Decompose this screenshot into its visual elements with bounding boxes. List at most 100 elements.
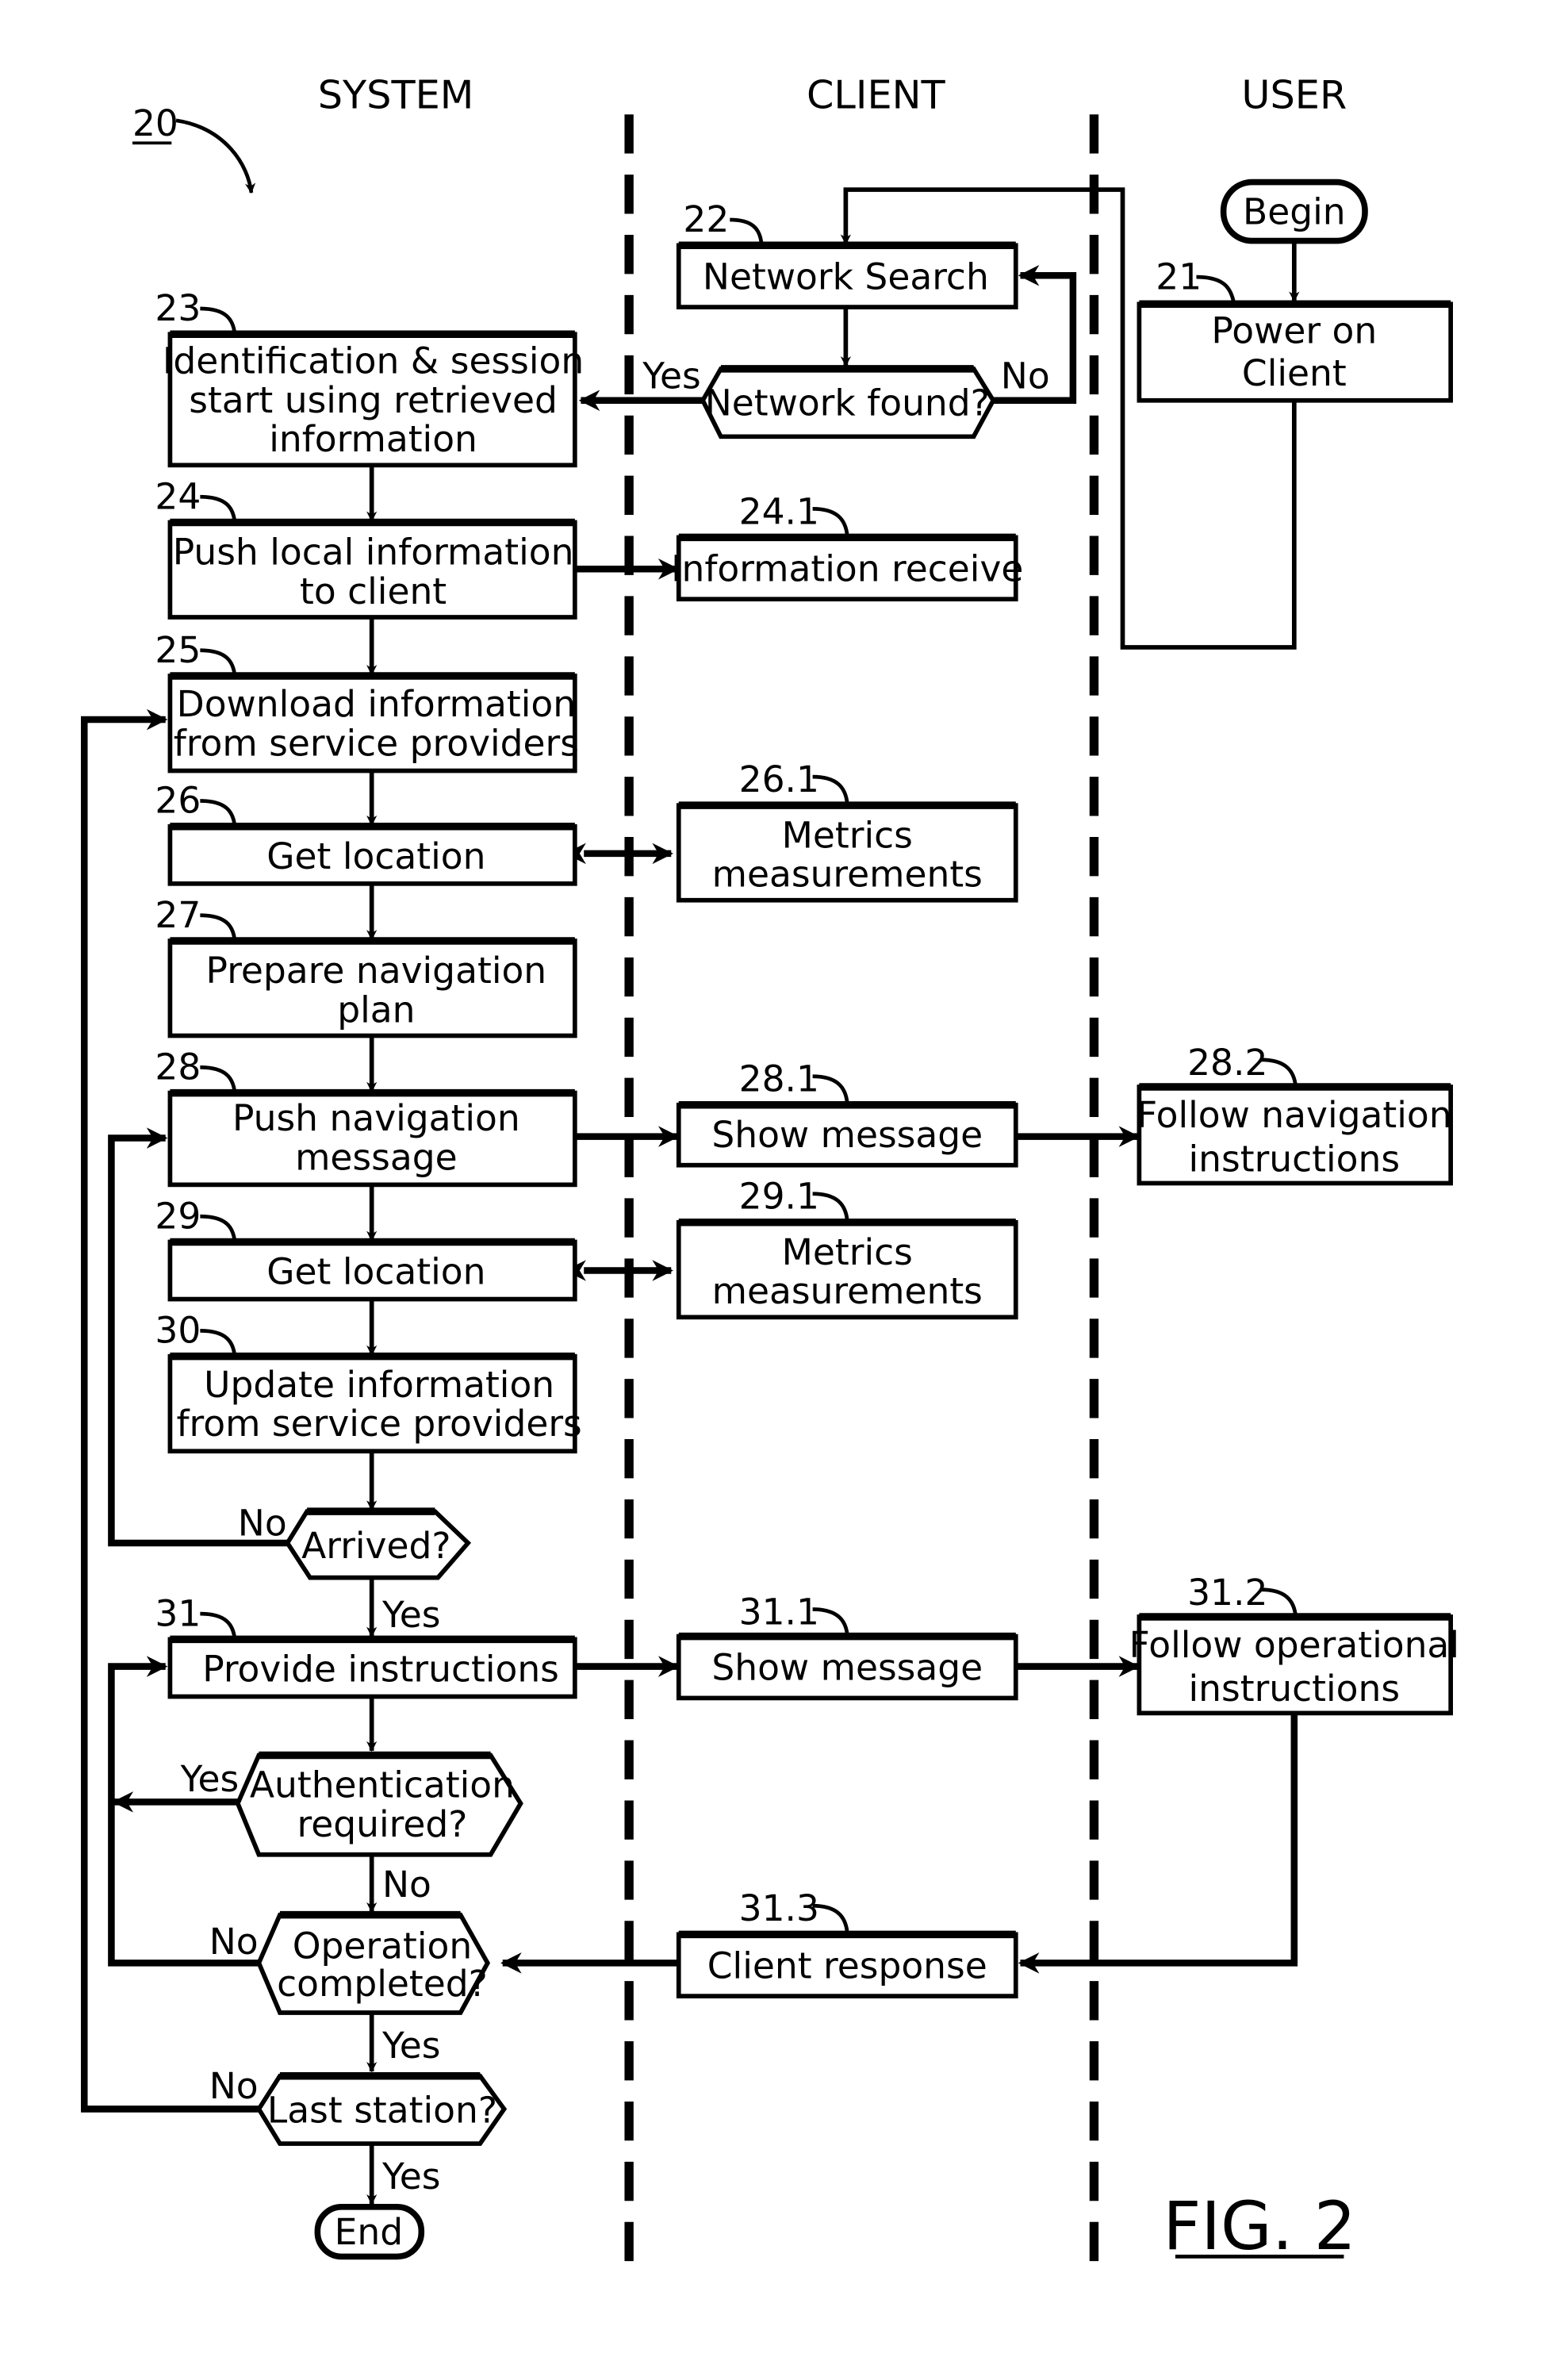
connector-31-2-to-31-3 bbox=[1018, 1713, 1298, 1974]
step-27-text: Prepare navigation bbox=[206, 950, 547, 992]
decision-auth-text: Authentication bbox=[250, 1764, 515, 1806]
ref-21: 21 bbox=[1156, 255, 1202, 298]
step-31-text: Provide instructions bbox=[202, 1649, 559, 1691]
lane-header-client: CLIENT bbox=[807, 72, 946, 118]
step-27-prepare-plan: 27 Prepare navigation plan bbox=[155, 894, 577, 1038]
decision-no-label: No bbox=[1001, 355, 1050, 397]
ref-22: 22 bbox=[683, 198, 729, 240]
ref-28: 28 bbox=[155, 1046, 201, 1088]
decision-op-text: Operation bbox=[293, 1925, 473, 1967]
ref-27: 27 bbox=[155, 894, 201, 936]
decision-last-station-text: Last station? bbox=[267, 2090, 497, 2132]
step-28-text: Push navigation bbox=[232, 1097, 520, 1139]
decision-last-station: Last station? No Yes bbox=[209, 2065, 508, 2198]
decision-yes-label: Yes bbox=[381, 2155, 440, 2198]
step-22-text: Network Search bbox=[703, 255, 989, 298]
step-31-2-follow-operational: 31.2 Follow operational instructions bbox=[1129, 1572, 1459, 1716]
ref-31-3: 31.3 bbox=[739, 1887, 819, 1929]
ref-26: 26 bbox=[155, 780, 201, 822]
decision-authentication-required: Authentication required? Yes No bbox=[180, 1751, 523, 1906]
decision-arrived-text: Arrived? bbox=[301, 1525, 450, 1567]
step-28-text: message bbox=[295, 1136, 458, 1178]
ref-24: 24 bbox=[155, 475, 201, 517]
step-31-1-show-message: 31.1 Show message bbox=[676, 1591, 1018, 1701]
step-28-1-show-message: 28.1 Show message bbox=[676, 1058, 1018, 1168]
step-30-text: Update information bbox=[204, 1364, 554, 1406]
terminator-end: End bbox=[314, 2203, 425, 2260]
terminator-begin: Begin bbox=[1220, 178, 1368, 244]
decision-operation-completed: Operation completed? No Yes bbox=[209, 1910, 491, 2067]
decision-network-found-text: Network found? bbox=[705, 382, 990, 424]
decision-network-found: Network found? Yes No bbox=[642, 355, 1050, 440]
terminator-end-label: End bbox=[335, 2211, 403, 2253]
ref-31-1: 31.1 bbox=[739, 1591, 819, 1633]
decision-yes-label: Yes bbox=[642, 355, 700, 397]
step-28-1-text: Show message bbox=[711, 1114, 983, 1156]
step-29-1-text: measurements bbox=[712, 1270, 983, 1312]
step-30-text: from service providers bbox=[177, 1403, 582, 1445]
decision-auth-text: required? bbox=[297, 1803, 468, 1845]
step-23-text: Identification & session bbox=[163, 340, 584, 382]
step-26-1-metrics: 26.1 Metrics measurements bbox=[676, 758, 1018, 903]
ref-31-2: 31.2 bbox=[1187, 1572, 1267, 1614]
step-24-1-text: Information receive bbox=[671, 547, 1023, 589]
step-25-text: from service providers bbox=[174, 723, 579, 765]
step-24-1-information-receive: 24.1 Information receive bbox=[671, 490, 1023, 602]
decision-yes-label: Yes bbox=[180, 1758, 239, 1800]
step-30-update-info: 30 Update information from service provi… bbox=[155, 1310, 582, 1454]
decision-no-label: No bbox=[382, 1864, 431, 1906]
decision-op-text: completed? bbox=[277, 1963, 488, 2005]
decision-no-label: No bbox=[209, 1921, 259, 1963]
figure-caption: FIG. 2 bbox=[1163, 2188, 1355, 2265]
step-31-3-text: Client response bbox=[707, 1944, 987, 1987]
step-25-text: Download information bbox=[177, 683, 576, 725]
ref-29-1: 29.1 bbox=[739, 1176, 819, 1218]
terminator-begin-label: Begin bbox=[1243, 191, 1346, 233]
step-21-text: Client bbox=[1242, 352, 1347, 394]
step-29-get-location: 29 Get location bbox=[155, 1195, 577, 1302]
step-24-push-local-info: 24 Push local information to client bbox=[155, 475, 577, 620]
step-23-text: start using retrieved bbox=[189, 379, 558, 421]
ref-25: 25 bbox=[155, 629, 201, 671]
step-28-2-text: instructions bbox=[1189, 1138, 1401, 1180]
step-31-2-text: Follow operational bbox=[1129, 1624, 1459, 1666]
figure-ref-arrow-icon bbox=[175, 118, 256, 194]
flowchart: SYSTEM CLIENT USER 20 Begin 21 Power on … bbox=[80, 72, 1459, 2266]
ref-28-2: 28.2 bbox=[1187, 1042, 1267, 1084]
step-24-text: Push local information bbox=[173, 532, 574, 574]
step-23-identification: 23 Identification & session start using … bbox=[155, 287, 584, 468]
decision-arrived: Arrived? No Yes bbox=[238, 1502, 472, 1636]
figure-ref-number: 20 bbox=[132, 102, 178, 144]
step-29-1-text: Metrics bbox=[782, 1231, 913, 1273]
decision-no-label: No bbox=[209, 2065, 259, 2107]
step-28-2-follow-navigation: 28.2 Follow navigation instructions bbox=[1137, 1042, 1453, 1186]
step-27-text: plan bbox=[337, 988, 415, 1031]
step-31-1-text: Show message bbox=[711, 1647, 983, 1689]
lane-header-user: USER bbox=[1241, 72, 1347, 118]
step-31-2-text: instructions bbox=[1189, 1668, 1401, 1710]
step-23-text: information bbox=[269, 418, 477, 460]
step-24-text: to client bbox=[300, 570, 447, 612]
step-26-1-text: Metrics bbox=[782, 814, 913, 856]
decision-yes-label: Yes bbox=[381, 2025, 440, 2067]
connector-op-no bbox=[108, 1656, 259, 1967]
step-25-download-info: 25 Download information from service pro… bbox=[155, 629, 579, 774]
ref-26-1: 26.1 bbox=[739, 758, 819, 800]
step-28-2-text: Follow navigation bbox=[1137, 1094, 1452, 1136]
decision-yes-label: Yes bbox=[381, 1594, 440, 1636]
step-26-1-text: measurements bbox=[712, 854, 983, 896]
step-28-push-nav-message: 28 Push navigation message bbox=[155, 1046, 577, 1188]
decision-no-label: No bbox=[238, 1502, 287, 1544]
step-26-text: Get location bbox=[266, 835, 485, 877]
step-29-text: Get location bbox=[266, 1251, 485, 1293]
ref-29: 29 bbox=[155, 1195, 201, 1237]
ref-28-1: 28.1 bbox=[739, 1058, 819, 1100]
ref-23: 23 bbox=[155, 287, 201, 329]
step-31-provide-instructions: 31 Provide instructions bbox=[155, 1592, 577, 1699]
step-26-get-location: 26 Get location bbox=[155, 780, 577, 886]
step-21-text: Power on bbox=[1211, 310, 1377, 352]
ref-31: 31 bbox=[155, 1592, 201, 1634]
ref-24-1: 24.1 bbox=[739, 490, 819, 532]
lane-header-system: SYSTEM bbox=[318, 72, 474, 118]
step-31-3-client-response: 31.3 Client response bbox=[676, 1887, 1018, 1998]
